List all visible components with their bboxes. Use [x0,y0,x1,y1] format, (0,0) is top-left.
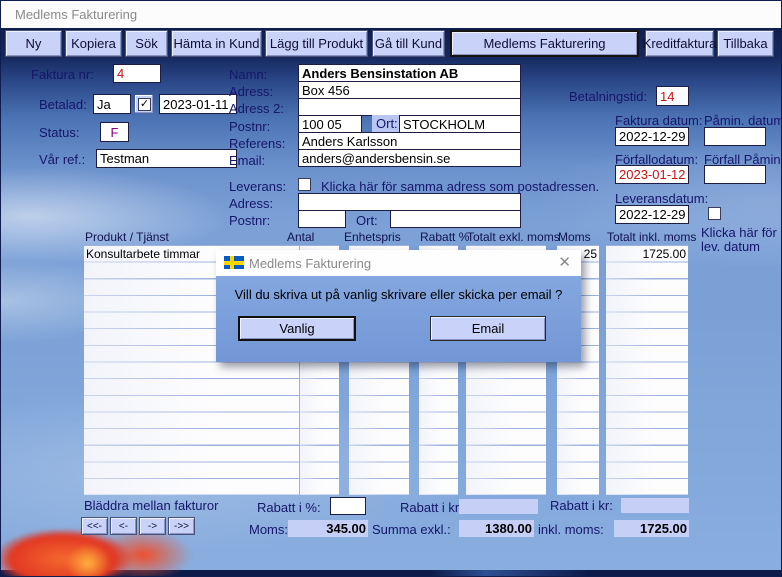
referens-label: Referens: [229,136,285,151]
leverans-same-address-text: Klicka här för samma adress som postadre… [321,179,599,194]
adress2-label: Adress 2: [229,101,284,116]
table-header-totalt-exkl: Totalt exkl. moms [467,230,560,244]
betalad-input[interactable]: Ja [93,94,131,114]
adress-input[interactable]: Box 456 [298,81,521,99]
status-input[interactable]: F [100,122,129,142]
close-icon[interactable]: ✕ [558,254,571,272]
dialog-titlebar: Medlems Fakturering ✕ [216,250,581,276]
dialog-body: Vill du skriva ut på vanlig skrivare ell… [216,276,581,362]
var-ref-input[interactable]: Testman [96,149,237,168]
row1-totalt-inkl-cell[interactable]: 1725.00 [606,247,686,261]
var-ref-label: Vår ref.: [39,152,85,167]
namn-input[interactable]: Anders Bensinstation AB [298,64,521,82]
forfall-pamin-input[interactable] [704,165,766,184]
table-header-produkt: Produkt / Tjänst [85,230,169,244]
rabatt-kr-label-2: Rabatt i kr: [550,498,613,513]
lev-datum-hint-2: lev. datum [701,239,760,254]
leverans-adress-input[interactable] [298,193,521,211]
faktura-datum-label: Faktura datum: [615,113,702,128]
moms-total-field: 345.00 [288,520,368,537]
lev-datum-checkbox[interactable] [708,207,721,220]
leverans-ort-input[interactable] [390,210,521,228]
postnr-label: Postnr: [229,119,270,134]
leverans-label: Leverans: [229,179,286,194]
window-title: Medlems Fakturering [15,7,137,22]
table-header-moms: Moms [558,230,591,244]
postnr-input[interactable]: 100 05 [298,115,362,133]
leveransdatum-label: Leveransdatum: [615,191,708,206]
pamin-datum-input[interactable] [704,127,766,146]
toolbar-button-lagg-till-produkt[interactable]: Lägg till Produkt [265,30,368,57]
leverans-adress-label: Adress: [229,196,273,211]
swedish-flag-icon [224,256,244,269]
nav-next-button[interactable]: -> [139,517,166,535]
adress-label: Adress: [229,84,273,99]
toolbar-button-ny[interactable]: Ny [5,30,62,57]
rabatt-kr-label-1: Rabatt i kr: [400,500,463,515]
forfallodatum-input[interactable]: 2023-01-12 [615,165,689,184]
leverans-postnr-input[interactable] [298,210,346,228]
namn-label: Namn: [229,67,267,82]
wallpaper-flower [0,529,203,577]
toolbar-button-ga-till-kund[interactable]: Gå till Kund [372,30,445,57]
faktura-datum-input[interactable]: 2022-12-29 [615,127,689,146]
leverans-same-address-checkbox[interactable] [298,178,311,191]
table-header-rabatt: Rabatt % [420,230,469,244]
leverans-ort-label: Ort: [356,213,378,228]
dialog-message: Vill du skriva ut på vanlig skrivare ell… [216,287,581,302]
inkl-moms-label: inkl. moms: [538,522,604,537]
leveransdatum-input[interactable]: 2022-12-29 [615,205,689,224]
ort-label: Ort: [372,115,402,132]
email-button[interactable]: Email [430,316,546,341]
lev-datum-hint-1: Klicka här för [701,225,777,240]
vanlig-button[interactable]: Vanlig [238,316,356,341]
leverans-postnr-label: Postnr: [229,213,270,228]
nav-last-button[interactable]: ->> [168,517,195,535]
pamin-datum-label: Påmin. datum: [704,113,782,128]
nav-prev-button[interactable]: <- [110,517,137,535]
summa-exkl-label: Summa exkl.: [372,522,451,537]
window-titlebar: Medlems Fakturering [1,1,781,28]
toolbar-button-medlems-fakturering[interactable]: Medlems Fakturering [450,30,639,57]
table-header-enhetspris: Enhetspris [344,230,401,244]
referens-input[interactable]: Anders Karlsson [298,132,521,150]
app-window: Medlems Fakturering Ny Kopiera Sök Hämta… [0,0,782,577]
betalningstid-input[interactable]: 14 [656,86,689,106]
toolbar-button-tillbaka[interactable]: Tillbaka [717,30,774,57]
faktura-nr-input[interactable]: 4 [113,64,161,83]
email-label: Email: [229,153,265,168]
summa-exkl-field: 1380.00 [459,520,534,537]
rabatt-pct-input[interactable] [330,497,366,515]
toolbar-button-hamta-in-kund[interactable]: Hämta in Kund [171,30,262,57]
rabatt-kr-field-2 [621,498,689,513]
moms-label: Moms: [249,522,288,537]
print-dialog: Medlems Fakturering ✕ Vill du skriva ut … [216,250,581,362]
adress2-input[interactable] [298,98,521,116]
ort-input[interactable]: STOCKHOLM [399,115,521,133]
toolbar-button-kopiera[interactable]: Kopiera [65,30,122,57]
table-column-totalt-inkl[interactable] [606,245,688,495]
faktura-nr-label: Faktura nr: [31,67,94,82]
betalad-datum-input[interactable]: 2023-01-11 [159,94,237,114]
betalad-checkbox[interactable]: ✓ [138,98,151,111]
email-input[interactable]: anders@andersbensin.se [298,149,521,167]
browse-label: Bläddra mellan fakturor [84,498,218,513]
rabatt-pct-label: Rabatt i %: [257,500,321,515]
rabatt-kr-field-1 [459,499,538,514]
nav-first-button[interactable]: <<- [81,517,108,535]
betalad-label: Betalad: [39,97,87,112]
toolbar-button-sok[interactable]: Sök [125,30,168,57]
status-label: Status: [39,125,79,140]
betalningstid-label: Betalningstid: [569,89,647,104]
dialog-title: Medlems Fakturering [249,256,371,271]
table-header-totalt-inkl: Totalt inkl. moms [607,230,696,244]
inkl-moms-field: 1725.00 [614,520,689,537]
table-header-antal: Antal [287,230,314,244]
toolbar-button-kreditfaktura[interactable]: Kreditfaktura [645,30,714,57]
